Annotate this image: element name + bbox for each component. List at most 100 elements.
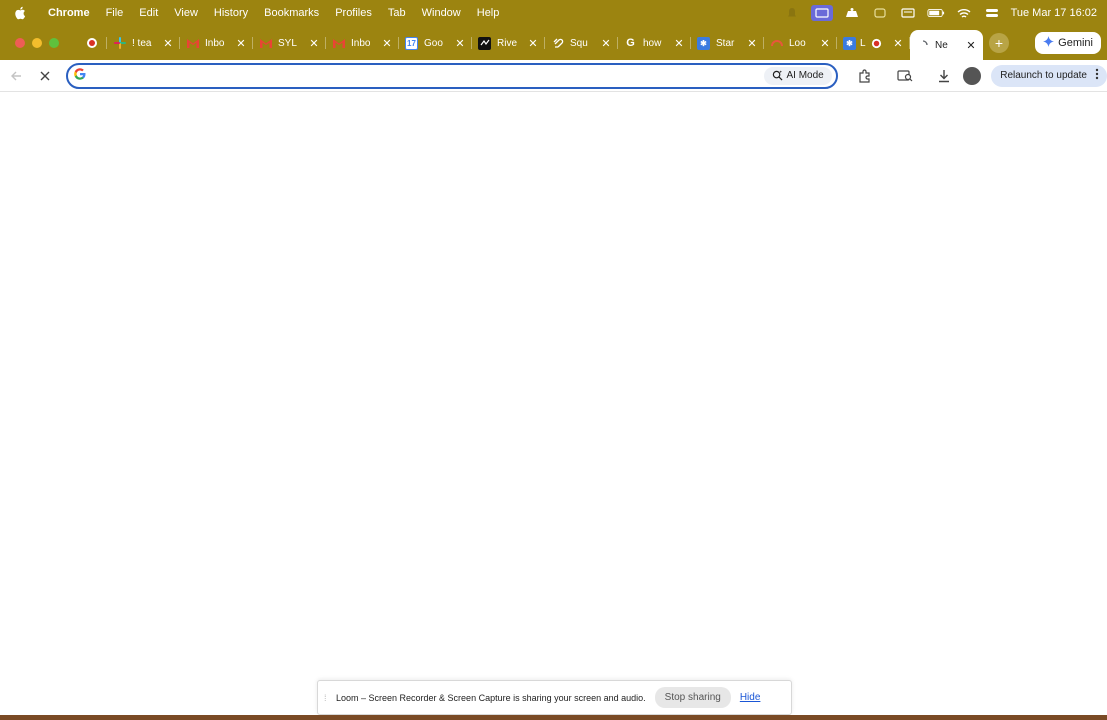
tab-loom[interactable]: Loo ✕: [764, 30, 837, 56]
menu-app-name[interactable]: Chrome: [40, 7, 98, 19]
close-tab-icon[interactable]: ✕: [965, 39, 977, 52]
tab-strip: ! tea ✕ Inbo ✕ SYL ✕ Inbo ✕ 17 Goo ✕ Riv…: [0, 26, 1107, 60]
tab-title: Inbo: [205, 37, 225, 49]
window-controls: [0, 38, 77, 48]
google-g-icon: [73, 68, 90, 83]
gmail-icon: [332, 37, 345, 50]
minimize-window-button[interactable]: [32, 38, 42, 48]
menu-profiles[interactable]: Profiles: [327, 7, 380, 19]
browser-toolbar: AI Mode Relaunch to update: [0, 60, 1107, 92]
wifi-icon[interactable]: [955, 6, 973, 20]
close-tab-icon[interactable]: ✕: [527, 37, 539, 50]
relaunch-label: Relaunch to update: [1000, 70, 1087, 81]
page-content: [0, 93, 1107, 713]
battery-icon[interactable]: [927, 6, 945, 20]
game-controller-status-icon[interactable]: [843, 6, 861, 20]
tab-title: how: [643, 37, 662, 49]
menu-window[interactable]: Window: [414, 7, 469, 19]
menu-tab[interactable]: Tab: [380, 7, 414, 19]
menu-history[interactable]: History: [206, 7, 256, 19]
back-button[interactable]: [3, 63, 29, 89]
more-vert-icon[interactable]: [1095, 68, 1099, 83]
close-tab-icon[interactable]: ✕: [746, 37, 758, 50]
tab-title: L: [860, 37, 866, 49]
star-icon: ✱: [843, 36, 856, 50]
tab-slack[interactable]: ! tea ✕: [107, 30, 180, 56]
stop-sharing-button[interactable]: Stop sharing: [654, 687, 731, 708]
bell-status-icon[interactable]: [783, 6, 801, 20]
tab-gmail-syl[interactable]: SYL ✕: [253, 30, 326, 56]
tab-pinned-recording[interactable]: [77, 30, 107, 56]
tab-gmail-inbox-2[interactable]: Inbo ✕: [326, 30, 399, 56]
tab-search-button[interactable]: [892, 63, 918, 89]
puzzle-icon: [859, 68, 870, 83]
menu-help[interactable]: Help: [469, 7, 508, 19]
tab-gmail-inbox-1[interactable]: Inbo ✕: [180, 30, 253, 56]
macos-menu-bar: Chrome File Edit View History Bookmarks …: [0, 0, 1107, 26]
recording-icon: [86, 37, 99, 50]
google-icon: G: [626, 37, 635, 49]
arrow-left-icon: [10, 71, 21, 80]
loading-icon: [916, 39, 929, 52]
plus-icon: +: [994, 35, 1004, 51]
downloads-button[interactable]: [931, 63, 957, 89]
gmail-icon: [186, 37, 199, 50]
menu-file[interactable]: File: [98, 7, 132, 19]
omnibox-input[interactable]: [95, 68, 764, 83]
tab-google-search[interactable]: G how ✕: [618, 30, 691, 56]
screen-share-status-icon[interactable]: [810, 5, 833, 21]
tab-new-tab-active[interactable]: Ne ✕: [910, 30, 983, 60]
tab-title: Goo: [424, 37, 443, 49]
keyboard-status-icon[interactable]: [899, 6, 917, 20]
maximize-window-button[interactable]: [49, 38, 59, 48]
close-tab-icon[interactable]: ✕: [819, 37, 831, 50]
address-bar[interactable]: AI Mode: [65, 62, 838, 89]
relaunch-to-update-button[interactable]: Relaunch to update: [991, 64, 1107, 87]
close-tab-icon[interactable]: ✕: [308, 37, 320, 50]
drag-handle-icon[interactable]: ⁞: [324, 693, 336, 703]
menu-bookmarks[interactable]: Bookmarks: [256, 7, 327, 19]
google-calendar-icon: 17: [405, 36, 418, 50]
close-tab-icon[interactable]: ✕: [892, 37, 904, 50]
slack-icon: [113, 37, 126, 50]
menu-view[interactable]: View: [166, 7, 206, 19]
tab-google-calendar[interactable]: 17 Goo ✕: [399, 30, 472, 56]
rive-icon: [478, 36, 491, 50]
close-tab-icon[interactable]: ✕: [454, 37, 466, 50]
tab-rive[interactable]: Rive ✕: [472, 30, 545, 56]
ai-mode-button[interactable]: AI Mode: [763, 66, 832, 85]
tab-title: Ne: [935, 39, 948, 51]
control-center-icon[interactable]: [983, 6, 1001, 20]
close-tab-icon[interactable]: ✕: [600, 37, 612, 50]
gemini-button[interactable]: Gemini: [1035, 32, 1101, 54]
tab-squarespace[interactable]: Squ ✕: [545, 30, 618, 56]
hide-link[interactable]: Hide: [740, 692, 761, 703]
tab-title: Inbo: [351, 37, 371, 49]
new-tab-button[interactable]: +: [989, 33, 1009, 53]
ai-search-icon: [772, 70, 783, 81]
gemini-sparkle-icon: [1043, 36, 1055, 50]
extensions-button[interactable]: [852, 63, 878, 89]
tab-recording[interactable]: ✱ L ✕: [837, 30, 910, 56]
apple-menu-icon[interactable]: [0, 6, 40, 20]
close-tab-icon[interactable]: ✕: [381, 37, 393, 50]
close-icon: [40, 71, 50, 80]
ai-mode-label: AI Mode: [786, 70, 824, 81]
close-window-button[interactable]: [15, 38, 25, 48]
tab-star[interactable]: ✱ Star ✕: [691, 30, 764, 56]
menu-clock[interactable]: Tue Mar 17 16:02: [1011, 7, 1097, 19]
close-tab-icon[interactable]: ✕: [235, 37, 247, 50]
close-tab-icon[interactable]: ✕: [162, 37, 174, 50]
close-tab-icon[interactable]: ✕: [673, 37, 685, 50]
tab-title: Squ: [570, 37, 588, 49]
tab-title: SYL: [278, 37, 297, 49]
tab-search-icon: [896, 69, 912, 81]
download-icon: [939, 69, 950, 82]
stop-loading-button[interactable]: [32, 63, 58, 89]
menu-edit[interactable]: Edit: [131, 7, 166, 19]
screen-sharing-bar: ⁞ Loom – Screen Recorder & Screen Captur…: [317, 680, 792, 715]
star-icon: ✱: [697, 36, 710, 50]
accessibility-status-icon[interactable]: [871, 6, 889, 20]
profile-avatar[interactable]: [963, 66, 982, 85]
squarespace-icon: [551, 37, 564, 50]
